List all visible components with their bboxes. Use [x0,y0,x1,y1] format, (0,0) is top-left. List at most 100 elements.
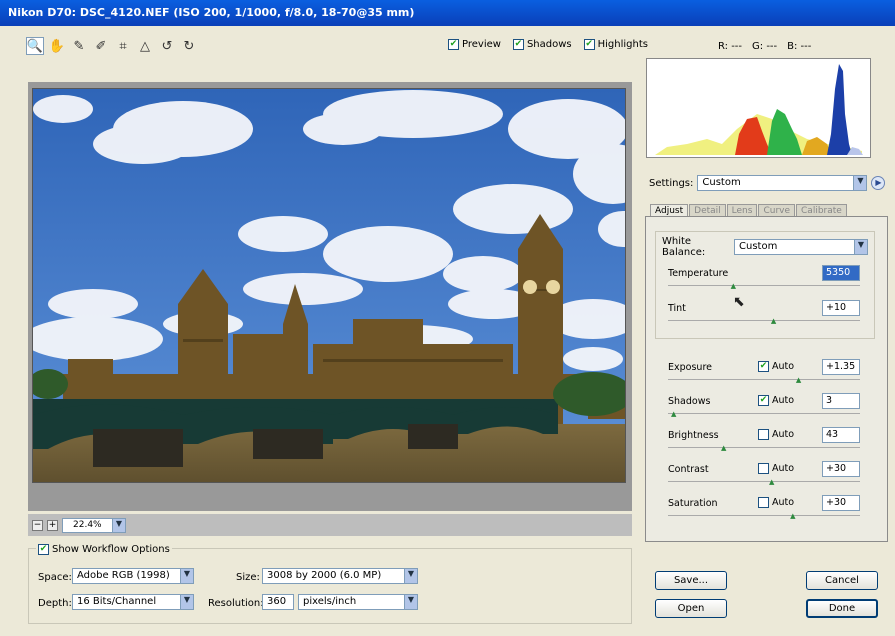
contrast-value-field[interactable]: +30 [822,461,860,477]
shadows-auto-checkbox[interactable]: ✔ Auto [758,395,794,406]
checkmark-icon: ✔ [38,544,49,555]
contrast-slider-track[interactable] [668,481,860,482]
saturation-auto-checkbox[interactable]: Auto [758,497,794,508]
zoom-out-button[interactable]: − [32,519,43,531]
exposure-auto-checkbox[interactable]: ✔ Auto [758,361,794,372]
saturation-slider-track[interactable] [668,515,860,516]
color-sampler-tool-icon[interactable]: ✐ [92,37,110,55]
r-readout: R: --- [718,41,743,52]
checkmark-icon: ✔ [583,39,595,50]
toolbar: 🔍 ✋ ✎ ✐ ⌗ △ ↺ ↻ [26,37,198,57]
chevron-down-icon: ▼ [404,595,417,609]
save-button[interactable]: Save... [655,571,727,590]
exposure-value-field[interactable]: +1.35 [822,359,860,375]
zoom-level-select[interactable]: 22.4% ▼ [62,517,126,533]
settings-label: Settings: [649,177,694,189]
tint-slider-track[interactable] [668,320,860,321]
crop-tool-icon[interactable]: ⌗ [114,37,132,55]
rotate-right-icon[interactable]: ↻ [180,37,198,55]
contrast-auto-label: Auto [772,463,795,474]
white-balance-value: Custom [739,241,778,252]
b-readout: B: --- [787,41,812,52]
contrast-label: Contrast [668,464,709,475]
size-value: 3008 by 2000 (6.0 MP) [267,570,382,581]
contrast-slider-thumb[interactable]: ▲ [768,479,776,486]
brightness-value-field[interactable]: 43 [822,427,860,443]
chevron-down-icon: ▼ [180,595,193,609]
size-select[interactable]: 3008 by 2000 (6.0 MP) ▼ [262,568,418,584]
brightness-slider-thumb[interactable]: ▲ [720,445,728,452]
white-balance-row: White Balance: Custom ▼ [662,236,868,258]
london-parliament-photo [33,89,625,482]
brightness-slider-track[interactable] [668,447,860,448]
chevron-down-icon: ▼ [180,569,193,583]
checkbox-empty-icon [758,463,769,474]
resolution-label: Resolution: [208,598,264,609]
shadows-checkbox[interactable]: ✔ Shadows [512,39,572,50]
hand-tool-icon[interactable]: ✋ [48,37,66,55]
saturation-slider-thumb[interactable]: ▲ [789,513,797,520]
open-button[interactable]: Open [655,599,727,618]
g-readout: G: --- [752,41,778,52]
space-label: Space: [38,572,72,583]
chevron-down-icon: ▼ [404,569,417,583]
settings-select[interactable]: Custom ▼ [697,175,868,191]
window-title: Nikon D70: DSC_4120.NEF (ISO 200, 1/1000… [0,0,895,26]
shadows-slider-track[interactable] [668,413,860,414]
depth-value: 16 Bits/Channel [77,596,157,607]
temperature-label: Temperature [668,268,729,279]
zoom-tool-icon[interactable]: 🔍 [26,37,44,55]
tint-value-field[interactable]: +10 [822,300,860,316]
highlights-checkbox[interactable]: ✔ Highlights [583,39,648,50]
exposure-label: Exposure [668,362,712,373]
temperature-slider-track[interactable] [668,285,860,286]
brightness-auto-checkbox[interactable]: Auto [758,429,794,440]
white-balance-select[interactable]: Custom ▼ [734,239,868,255]
saturation-value-field[interactable]: +30 [822,495,860,511]
zoom-in-button[interactable]: + [47,519,58,531]
highlights-label: Highlights [597,39,648,50]
space-value: Adobe RGB (1998) [77,570,170,581]
temperature-value-field[interactable]: 5350 [822,265,860,281]
preview-checkbox[interactable]: ✔ Preview [448,39,501,50]
checkmark-icon: ✔ [758,361,769,372]
settings-value: Custom [702,177,741,188]
zoom-bar: − + 22.4% ▼ [28,514,632,536]
resolution-unit-select[interactable]: pixels/inch ▼ [298,594,418,610]
checkmark-icon: ✔ [758,395,769,406]
resolution-value: 360 [267,596,287,607]
show-workflow-checkbox[interactable]: ✔ Show Workflow Options [36,544,172,555]
settings-menu-button[interactable]: ▶ [871,176,886,190]
tint-label: Tint [668,303,686,314]
depth-select[interactable]: 16 Bits/Channel ▼ [72,594,194,610]
exposure-slider-track[interactable] [668,379,860,380]
cancel-button[interactable]: Cancel [806,571,878,590]
preview-label: Preview [462,39,501,50]
settings-row: Settings: Custom ▼ ▶ [649,175,886,191]
brightness-auto-label: Auto [772,429,795,440]
shadows-auto-label: Auto [772,395,795,406]
depth-label: Depth: [38,598,72,609]
mouse-cursor-icon: ⬉ [733,294,745,310]
image-preview-area[interactable] [28,82,632,511]
shadows-slider-thumb[interactable]: ▲ [670,411,678,418]
tint-slider-thumb[interactable]: ▲ [770,318,778,325]
workflow-options-group [28,548,632,624]
white-balance-tool-icon[interactable]: ✎ [70,37,88,55]
shadows-value-field[interactable]: 3 [822,393,860,409]
space-select[interactable]: Adobe RGB (1998) ▼ [72,568,194,584]
straighten-tool-icon[interactable]: △ [136,37,154,55]
checkbox-empty-icon [758,497,769,508]
shadows-label: Shadows [526,39,572,50]
contrast-auto-checkbox[interactable]: Auto [758,463,794,474]
checkmark-icon: ✔ [448,39,459,50]
preview-options: ✔ Preview ✔ Shadows ✔ Highlights [448,39,648,50]
histogram-graph [655,64,863,155]
done-button[interactable]: Done [806,599,878,618]
resolution-input[interactable]: 360 [262,594,294,610]
exposure-slider-thumb[interactable]: ▲ [795,377,803,384]
histogram [646,58,871,158]
temperature-slider-thumb[interactable]: ▲ [729,283,737,290]
rotate-left-icon[interactable]: ↺ [158,37,176,55]
chevron-down-icon: ▼ [112,518,125,532]
